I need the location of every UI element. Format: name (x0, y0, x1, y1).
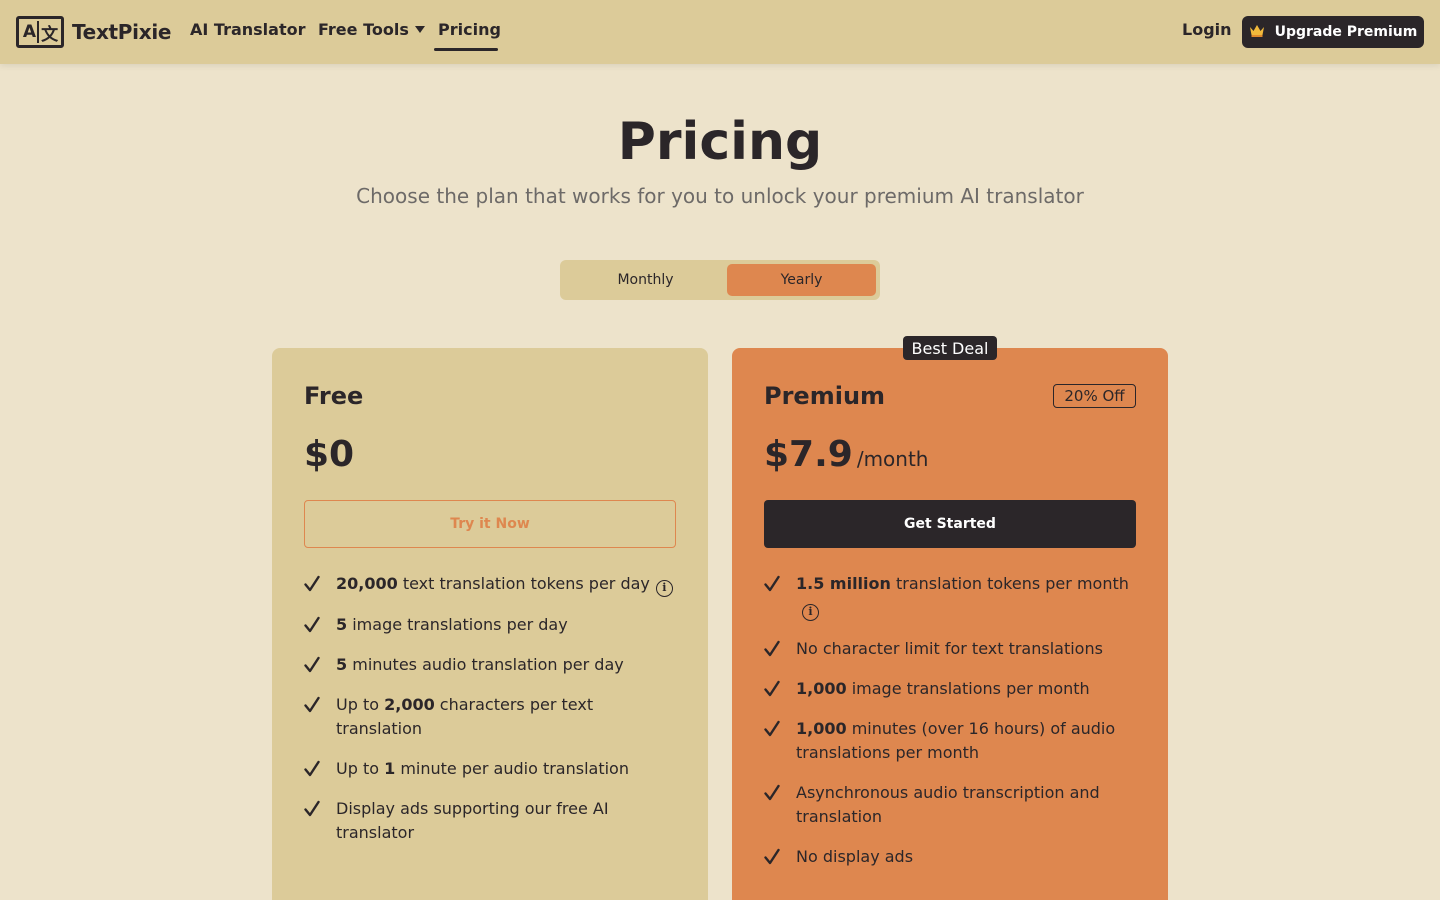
feature-highlight: 1 (384, 759, 396, 778)
check-icon (304, 575, 320, 592)
premium-price-amount: $7.9 (764, 434, 853, 475)
feature-highlight: 5 (336, 615, 348, 634)
check-icon (304, 656, 320, 673)
free-plan-name: Free (304, 382, 364, 410)
check-icon (764, 720, 780, 737)
toggle-monthly[interactable]: Monthly (571, 264, 720, 296)
premium-plan-name: Premium (764, 382, 886, 410)
nav-pricing[interactable]: Pricing (434, 20, 505, 39)
nav-free-tools[interactable]: Free Tools (318, 20, 425, 39)
feature-item: No display ads (764, 845, 1144, 869)
check-icon (304, 800, 320, 817)
feature-text: image translations per month (846, 679, 1090, 698)
feature-text: translation tokens per month (890, 574, 1129, 593)
feature-item: 20,000 text translation tokens per day i (304, 572, 684, 597)
free-feature-list: 20,000 text translation tokens per day i 5… (304, 572, 684, 861)
discount-badge: 20% Off (1053, 384, 1136, 408)
top-navbar: A文 TextPixie AI Translator Free Tools Pr… (0, 0, 1440, 64)
feature-text: No display ads (796, 847, 914, 866)
feature-item: 1,000 image translations per month (764, 677, 1144, 701)
feature-pre: Up to (336, 759, 385, 778)
feature-text: minute per audio translation (395, 759, 629, 778)
feature-highlight: 5 (336, 655, 348, 674)
nav-pricing-label: Pricing (438, 20, 501, 39)
upgrade-premium-button[interactable]: Upgrade Premium (1242, 16, 1424, 48)
feature-item: Up to 1 minute per audio translation (304, 757, 684, 781)
login-link[interactable]: Login (1182, 20, 1232, 39)
info-icon[interactable]: i (655, 580, 673, 597)
premium-feature-list: 1.5 million translation tokens per month… (764, 572, 1144, 885)
check-icon (304, 760, 320, 777)
check-icon (764, 848, 780, 865)
feature-text: text translation tokens per day (397, 574, 650, 593)
feature-item: No character limit for text translations (764, 637, 1144, 661)
active-nav-underline (434, 48, 498, 51)
upgrade-premium-label: Upgrade Premium (1274, 24, 1418, 40)
check-icon (764, 575, 780, 592)
crown-icon (1249, 23, 1265, 41)
feature-item: 5 minutes audio translation per day (304, 653, 684, 677)
feature-text: No character limit for text translations (796, 639, 1103, 658)
feature-highlight: 1,000 (796, 679, 847, 698)
feature-highlight: 1.5 million (796, 574, 891, 593)
feature-highlight: 1,000 (796, 719, 847, 738)
feature-item: 1,000 minutes (over 16 hours) of audio t… (764, 717, 1144, 765)
feature-text: Asynchronous audio transcription and tra… (796, 783, 1100, 826)
feature-item: 1.5 million translation tokens per month… (764, 572, 1144, 621)
logo-mark-icon: A文 (16, 16, 64, 48)
feature-text: Display ads supporting our free AI trans… (336, 799, 609, 842)
try-it-now-button[interactable]: Try it Now (304, 500, 676, 548)
feature-text: image translations per day (347, 615, 568, 634)
info-icon[interactable]: i (802, 604, 819, 621)
feature-highlight: 2,000 (384, 695, 435, 714)
page-subtitle: Choose the plan that works for you to un… (356, 184, 1084, 208)
toggle-yearly[interactable]: Yearly (727, 264, 876, 296)
feature-text: minutes audio translation per day (347, 655, 624, 674)
free-plan-price: $0 (304, 434, 355, 475)
check-icon (764, 784, 780, 801)
nav-free-tools-label: Free Tools (318, 20, 409, 39)
free-plan-card: Free $0 Try it Now 20,000 text translati… (272, 348, 708, 900)
feature-item: Up to 2,000 characters per text translat… (304, 693, 684, 741)
best-deal-badge: Best Deal (903, 336, 997, 360)
premium-price-unit: /month (856, 447, 929, 471)
feature-item: Asynchronous audio transcription and tra… (764, 781, 1144, 829)
nav-ai-translator[interactable]: AI Translator (190, 20, 305, 39)
check-icon (304, 696, 320, 713)
get-started-button[interactable]: Get Started (764, 500, 1136, 548)
caret-down-icon (414, 26, 425, 33)
premium-plan-price: $7.9/month (764, 434, 928, 475)
feature-item: 5 image translations per day (304, 613, 684, 637)
check-icon (764, 680, 780, 697)
feature-highlight: 20,000 (336, 574, 398, 593)
check-icon (304, 616, 320, 633)
premium-plan-card: Premium 20% Off $7.9/month Get Started 1… (732, 348, 1168, 900)
feature-item: Display ads supporting our free AI trans… (304, 797, 684, 845)
brand-name: TextPixie (72, 20, 172, 44)
feature-pre: Up to (336, 695, 385, 714)
page-title: Pricing (617, 112, 823, 172)
logo[interactable]: A文 TextPixie (16, 15, 171, 49)
check-icon (764, 640, 780, 657)
billing-period-toggle: Monthly Yearly (560, 260, 880, 300)
